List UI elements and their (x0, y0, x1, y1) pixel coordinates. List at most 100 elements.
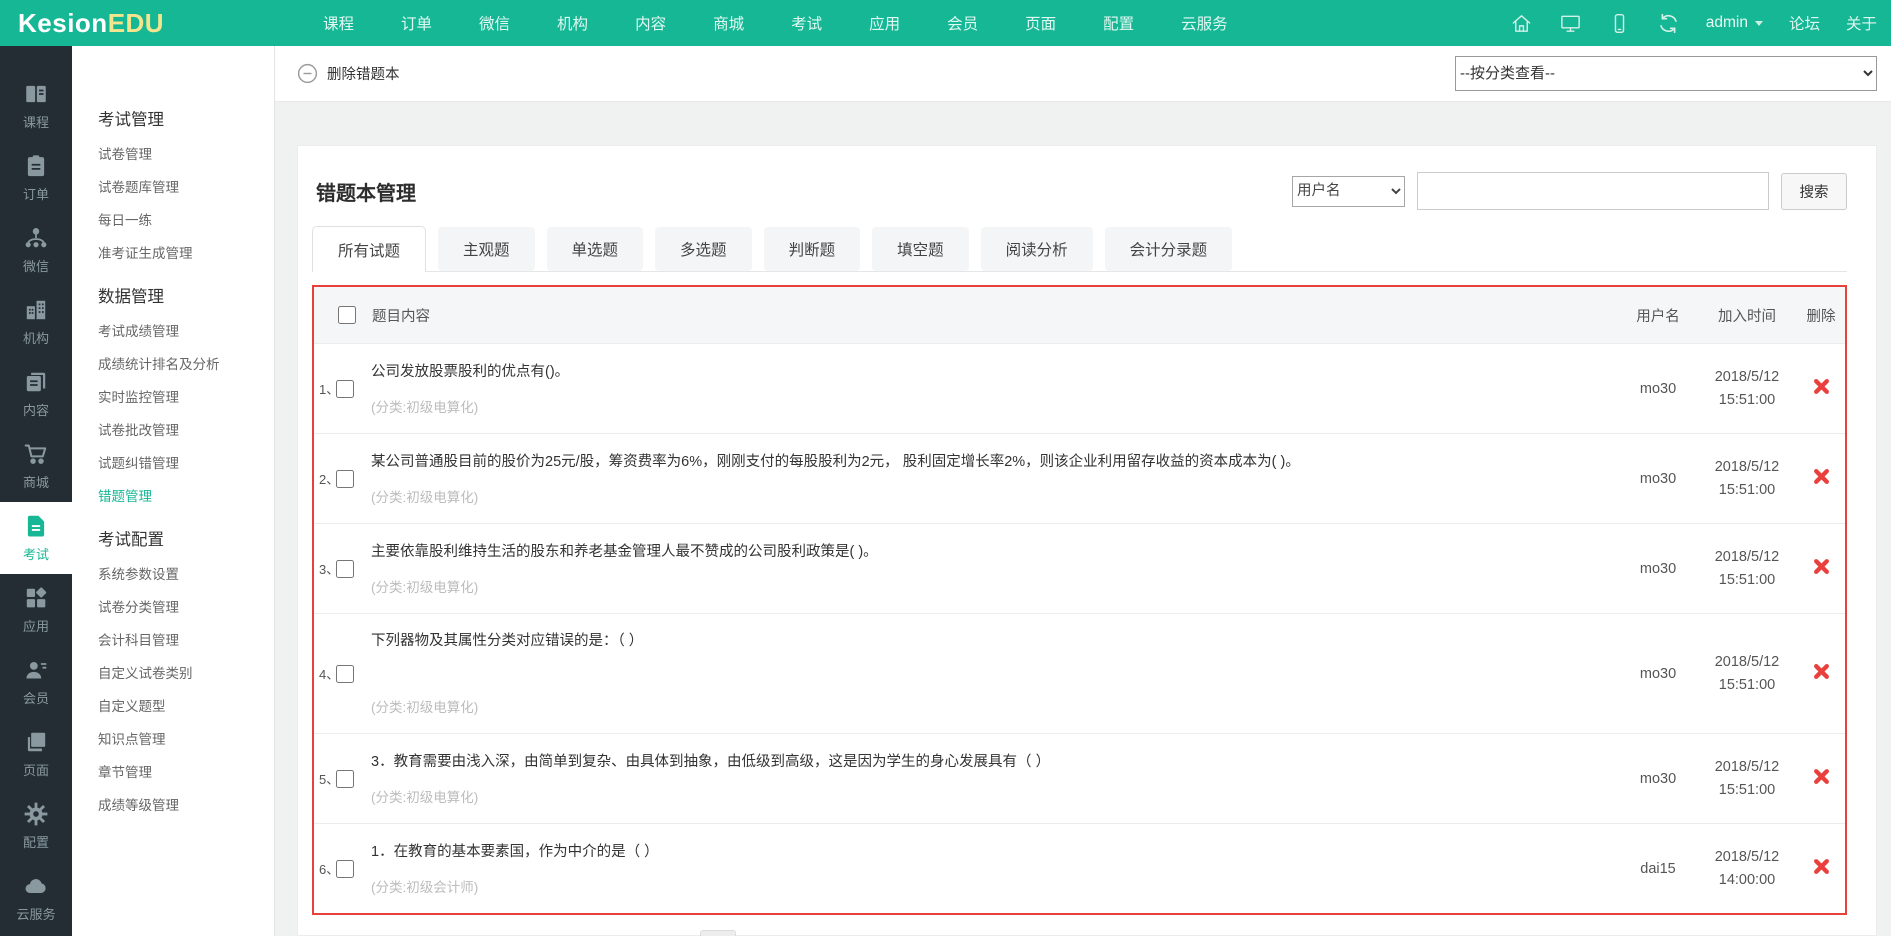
submenu-entry[interactable]: 试卷管理 (98, 138, 274, 171)
question-row: 2、 某公司普通股目前的股价为25元/股，筹资费率为6%，刚刚支付的每股股利为2… (314, 433, 1845, 523)
top-menu-item[interactable]: 微信 (479, 12, 510, 34)
submenu-entry[interactable]: 试卷题库管理 (98, 171, 274, 204)
submenu-entry[interactable]: 试卷批改管理 (98, 414, 274, 447)
delete-x-icon[interactable] (1813, 663, 1830, 680)
minus-circle-icon (297, 63, 318, 84)
about-link[interactable]: 关于 (1846, 12, 1877, 34)
delete-x-icon[interactable] (1813, 378, 1830, 395)
question-type-tab[interactable]: 多选题 (655, 227, 752, 271)
sidebar-module-item[interactable]: 内容 (0, 358, 72, 430)
row-number: 6、 (319, 862, 340, 877)
sidebar-module-item[interactable]: 应用 (0, 574, 72, 646)
wechat-icon (23, 225, 49, 251)
submenu-entry[interactable]: 准考证生成管理 (98, 237, 274, 270)
submenu-entry[interactable]: 考试成绩管理 (98, 315, 274, 348)
submenu-entry[interactable]: 每日一练 (98, 204, 274, 237)
question-type-tab[interactable]: 所有试题 (312, 226, 427, 272)
row-join-time: 2018/5/12 15:51:00 (1714, 458, 1780, 498)
desktop-icon[interactable] (1559, 12, 1582, 35)
mall-icon (23, 441, 49, 467)
row-username: mo30 (1639, 380, 1677, 397)
delete-x-icon[interactable] (1813, 768, 1830, 785)
delete-x-icon[interactable] (1813, 858, 1830, 875)
submenu-entry[interactable]: 考试配置 (98, 524, 274, 557)
question-type-tab[interactable]: 判断题 (763, 227, 861, 271)
sidebar-module-item[interactable]: 会员 (0, 646, 72, 718)
search-input[interactable] (1417, 172, 1769, 210)
top-menu-item[interactable]: 商城 (713, 12, 744, 34)
search-field-select[interactable]: 用户名 (1292, 175, 1405, 207)
submenu-entry[interactable]: 自定义题型 (98, 690, 274, 723)
table-header-row: 题目内容 用户名 加入时间 删除 (314, 287, 1845, 343)
sidebar-module-item[interactable]: 订单 (0, 142, 72, 214)
submenu-entry[interactable]: 实时监控管理 (98, 381, 274, 414)
content-area: 删除错题本 --按分类查看-- 错题本管理 用户名 搜索 所有试题 主观题 单选… (275, 46, 1891, 936)
admin-user-menu[interactable]: admin (1706, 14, 1763, 32)
submenu-entry[interactable]: 自定义试卷类别 (98, 657, 274, 690)
question-block: 1．在教育的基本要素国，作为中介的是（ ） (分类:初级会计师) (354, 828, 1619, 910)
refresh-icon[interactable] (1657, 12, 1680, 35)
submenu-entry[interactable]: 章节管理 (98, 756, 274, 789)
row-username: mo30 (1639, 470, 1677, 487)
row-checkbox[interactable] (336, 379, 354, 398)
search-button[interactable]: 搜索 (1781, 172, 1847, 210)
sidebar-module-item[interactable]: 云服务 (0, 862, 72, 934)
row-checkbox[interactable] (336, 769, 354, 788)
question-text: 1．在教育的基本要素国，作为中介的是（ ） (371, 843, 659, 860)
row-checkbox[interactable] (336, 469, 354, 488)
question-type-tab[interactable]: 阅读分析 (980, 227, 1093, 271)
home-icon[interactable] (1510, 12, 1533, 35)
delete-x-icon[interactable] (1813, 468, 1830, 485)
top-menu-item[interactable]: 云服务 (1181, 12, 1228, 34)
question-text: 主要依靠股利维持生活的股东和养老基金管理人最不赞成的公司股利政策是( )。 (371, 543, 878, 560)
row-checkbox[interactable] (336, 859, 354, 878)
row-number: 2、 (319, 472, 340, 487)
question-type-tab[interactable]: 填空题 (872, 227, 969, 271)
submenu-entry[interactable]: 会计科目管理 (98, 624, 274, 657)
question-type-tab[interactable]: 会计分录题 (1104, 227, 1233, 271)
sidebar-module-item[interactable]: 微信 (0, 214, 72, 286)
top-menu-item[interactable]: 机构 (557, 12, 588, 34)
row-checkbox[interactable] (336, 664, 354, 683)
sidebar-module-item[interactable]: 商城 (0, 430, 72, 502)
sidebar-module-item[interactable]: 课程 (0, 70, 72, 142)
pagination-partial[interactable] (700, 930, 736, 936)
select-all-checkbox[interactable] (338, 306, 356, 324)
top-menu-item[interactable]: 课程 (323, 12, 354, 34)
submenu-entry[interactable]: 考试管理 (98, 104, 274, 137)
sidebar-module-item[interactable]: 页面 (0, 718, 72, 790)
submenu-entry[interactable]: 数据管理 (98, 281, 274, 314)
question-text: 某公司普通股目前的股价为25元/股，筹资费率为6%，刚刚支付的每股股利为2元， … (371, 453, 1300, 470)
category-filter-select[interactable]: --按分类查看-- (1455, 56, 1877, 91)
delete-x-icon[interactable] (1813, 558, 1830, 575)
sidebar-module-item[interactable]: 机构 (0, 286, 72, 358)
header-username: 用户名 (1636, 308, 1680, 325)
top-menu: 课程 订单 微信 机构 内容 商城 考试 应用 会员 页面 配置 云服务 (323, 12, 1228, 34)
forum-link[interactable]: 论坛 (1789, 12, 1820, 34)
question-text: 公司发放股票股利的优点有()。 (371, 363, 570, 380)
top-menu-item[interactable]: 考试 (791, 12, 822, 34)
submenu-entry[interactable]: 试卷分类管理 (98, 591, 274, 624)
row-join-time: 2018/5/12 15:51:00 (1714, 368, 1780, 408)
delete-wrongbook-button[interactable]: 删除错题本 (297, 63, 400, 84)
submenu-entry[interactable]: 试题纠错管理 (98, 447, 274, 480)
top-menu-item[interactable]: 内容 (635, 12, 666, 34)
row-checkbox[interactable] (336, 559, 354, 578)
top-menu-item[interactable]: 会员 (947, 12, 978, 34)
sidebar-module-item[interactable]: 配置 (0, 790, 72, 862)
submenu-entry[interactable]: 成绩统计排名及分析 (98, 348, 274, 381)
question-type-tab[interactable]: 单选题 (546, 227, 644, 271)
top-menu-item[interactable]: 订单 (401, 12, 432, 34)
sidebar-module-item[interactable]: 考试 (0, 502, 72, 574)
top-menu-item[interactable]: 配置 (1103, 12, 1134, 34)
top-menu-item[interactable]: 应用 (869, 12, 900, 34)
config-icon (23, 801, 49, 827)
submenu-entry[interactable]: 成绩等级管理 (98, 789, 274, 822)
top-menu-item[interactable]: 页面 (1025, 12, 1056, 34)
question-type-tab[interactable]: 主观题 (438, 227, 535, 271)
submenu-entry[interactable]: 错题管理 (98, 480, 274, 513)
submenu-entry[interactable]: 知识点管理 (98, 723, 274, 756)
wrongbook-card: 错题本管理 用户名 搜索 所有试题 主观题 单选题 多选题 判断题 填空题 阅读… (297, 145, 1877, 936)
mobile-icon[interactable] (1608, 12, 1631, 35)
submenu-entry[interactable]: 系统参数设置 (98, 558, 274, 591)
